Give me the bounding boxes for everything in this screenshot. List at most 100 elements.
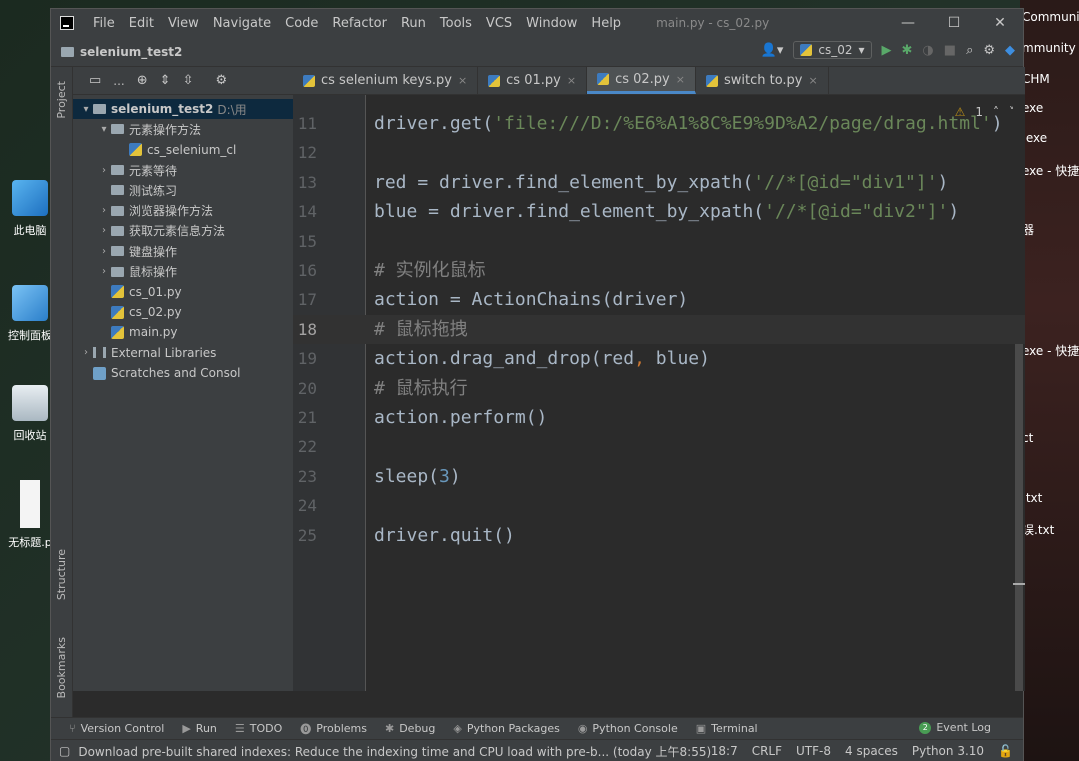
code-line[interactable]: 19 action.drag_and_drop(red, blue): [293, 344, 1025, 373]
close-tab-icon[interactable]: ×: [809, 74, 818, 87]
chevron-down-icon[interactable]: ▾: [79, 104, 93, 115]
chevron-right-icon[interactable]: ›: [79, 347, 93, 358]
code-line[interactable]: 18 # 鼠标拖拽: [293, 314, 1025, 345]
tree-item[interactable]: › 获取元素信息方法: [73, 221, 293, 241]
menu-item-view[interactable]: View: [161, 16, 206, 31]
collapse-all-icon[interactable]: ⇳: [183, 73, 194, 88]
chevron-right-icon[interactable]: ›: [97, 266, 111, 277]
menu-item-help[interactable]: Help: [584, 16, 628, 31]
right-item[interactable]: CHM: [1022, 72, 1050, 86]
tool-window-python-console[interactable]: ◉ Python Console: [578, 722, 678, 735]
close-tab-icon[interactable]: ×: [676, 73, 685, 86]
close-tab-icon[interactable]: ×: [567, 74, 576, 87]
gear-icon[interactable]: ⚙: [983, 43, 995, 58]
line-separator[interactable]: CRLF: [752, 744, 782, 758]
code-line[interactable]: 21 action.perform(): [293, 403, 1025, 432]
chevron-right-icon[interactable]: ›: [97, 246, 111, 257]
tree-item[interactable]: › 键盘操作: [73, 241, 293, 261]
desktop-icon-recycle-bin[interactable]: 回收站: [4, 385, 56, 443]
tree-item[interactable]: cs_selenium_cl: [73, 140, 293, 160]
gear-icon[interactable]: ⚙: [215, 73, 227, 88]
python-interpreter[interactable]: Python 3.10: [912, 744, 984, 758]
chevron-down-icon[interactable]: ▾: [97, 124, 111, 135]
code-editor[interactable]: ⚠ 1 ˄ ˅ 11 driver.get('file:///D:/%E6%A1%…: [293, 95, 1025, 691]
breadcrumb[interactable]: selenium_test2: [61, 45, 182, 59]
menu-item-edit[interactable]: Edit: [122, 16, 161, 31]
right-item[interactable]: exe: [1022, 101, 1043, 115]
code-line[interactable]: 22: [293, 432, 1025, 461]
code-line[interactable]: 13 red = driver.find_element_by_xpath('//…: [293, 168, 1025, 197]
desktop-icon-untitled[interactable]: 无标题.p: [4, 480, 56, 550]
editor-tab[interactable]: cs selenium keys.py ×: [293, 67, 479, 94]
tree-item[interactable]: › 元素等待: [73, 160, 293, 180]
jetbrains-icon[interactable]: ◆: [1005, 43, 1015, 58]
chevron-right-icon[interactable]: ›: [97, 225, 111, 236]
right-item[interactable]: .exe: [1022, 131, 1047, 145]
right-item[interactable]: Communi: [1022, 10, 1079, 24]
code-line[interactable]: 25 driver.quit(): [293, 521, 1025, 550]
tab-project[interactable]: Project: [55, 81, 68, 119]
menu-item-vcs[interactable]: VCS: [479, 16, 519, 31]
search-icon[interactable]: ⌕: [966, 43, 973, 58]
expand-all-icon[interactable]: ⇕: [160, 73, 171, 88]
code-line[interactable]: 23 sleep(3): [293, 462, 1025, 491]
menu-item-tools[interactable]: Tools: [433, 16, 479, 31]
caret-position[interactable]: 18:7: [711, 744, 738, 758]
user-icon[interactable]: 👤▾: [761, 43, 784, 58]
tree-item[interactable]: main.py: [73, 322, 293, 342]
menu-item-navigate[interactable]: Navigate: [206, 16, 278, 31]
minimize-button[interactable]: —: [885, 9, 931, 37]
right-item[interactable]: exe - 快捷方: [1022, 162, 1079, 179]
tool-window-problems[interactable]: ⓿ Problems: [300, 721, 367, 737]
chevron-right-icon[interactable]: ›: [97, 205, 111, 216]
menu-item-file[interactable]: File: [86, 16, 122, 31]
status-message[interactable]: ▢ Download pre-built shared indexes: Red…: [59, 743, 739, 760]
desktop-icon-control-panel[interactable]: 控制面板: [4, 285, 56, 343]
editor-tab[interactable]: cs 02.py ×: [587, 67, 696, 94]
close-tab-icon[interactable]: ×: [458, 74, 467, 87]
code-line[interactable]: 16 # 实例化鼠标: [293, 256, 1025, 285]
right-item[interactable]: mmunity I: [1022, 41, 1079, 55]
code-line[interactable]: 17 action = ActionChains(driver): [293, 285, 1025, 314]
chevron-right-icon[interactable]: ›: [97, 165, 111, 176]
tree-item[interactable]: ▾ selenium_test2 D:\用: [73, 99, 293, 120]
tool-window-run[interactable]: ▶ Run: [182, 722, 217, 735]
tree-item[interactable]: › External Libraries: [73, 343, 293, 363]
code-line[interactable]: 12: [293, 138, 1025, 167]
tree-item[interactable]: › 浏览器操作方法: [73, 200, 293, 220]
run-config-selector[interactable]: cs_02 ▾: [793, 41, 872, 59]
tool-window-debug[interactable]: ✱ Debug: [385, 722, 435, 735]
tool-window-todo[interactable]: ☰ TODO: [235, 722, 282, 735]
tree-item[interactable]: 测试练习: [73, 180, 293, 200]
tool-window-python-packages[interactable]: ◈ Python Packages: [453, 722, 559, 735]
tab-structure[interactable]: Structure: [55, 549, 68, 600]
tree-item[interactable]: Scratches and Consol: [73, 363, 293, 383]
coverage-icon[interactable]: ◑: [922, 43, 933, 58]
file-encoding[interactable]: UTF-8: [796, 744, 831, 758]
menu-item-code[interactable]: Code: [278, 16, 325, 31]
run-icon[interactable]: ▶: [882, 43, 892, 58]
code-line[interactable]: 24: [293, 491, 1025, 520]
project-view-icon[interactable]: ▭: [89, 73, 101, 88]
right-item[interactable]: .txt: [1022, 491, 1042, 505]
editor-tab[interactable]: switch to.py ×: [696, 67, 829, 94]
tab-bookmarks[interactable]: Bookmarks: [55, 637, 68, 698]
tree-item[interactable]: cs_02.py: [73, 302, 293, 322]
maximize-button[interactable]: ☐: [931, 9, 977, 37]
code-line[interactable]: 14 blue = driver.find_element_by_xpath('/…: [293, 197, 1025, 226]
project-view-selector[interactable]: ...: [113, 74, 124, 88]
desktop-icon-this-pc[interactable]: 此电脑: [4, 180, 56, 238]
tree-item[interactable]: › 鼠标操作: [73, 261, 293, 281]
indent-setting[interactable]: 4 spaces: [845, 744, 898, 758]
menu-item-window[interactable]: Window: [519, 16, 584, 31]
tool-window-version-control[interactable]: ⑂ Version Control: [69, 722, 164, 735]
code-line[interactable]: 15: [293, 227, 1025, 256]
right-item[interactable]: 误.txt: [1022, 521, 1054, 538]
menu-item-refactor[interactable]: Refactor: [325, 16, 394, 31]
close-button[interactable]: ✕: [977, 9, 1023, 37]
tree-item[interactable]: cs_01.py: [73, 282, 293, 302]
code-line[interactable]: 20 # 鼠标执行: [293, 374, 1025, 403]
menu-item-run[interactable]: Run: [394, 16, 433, 31]
locate-icon[interactable]: ⊕: [137, 73, 148, 88]
stop-icon[interactable]: ■: [944, 43, 956, 58]
